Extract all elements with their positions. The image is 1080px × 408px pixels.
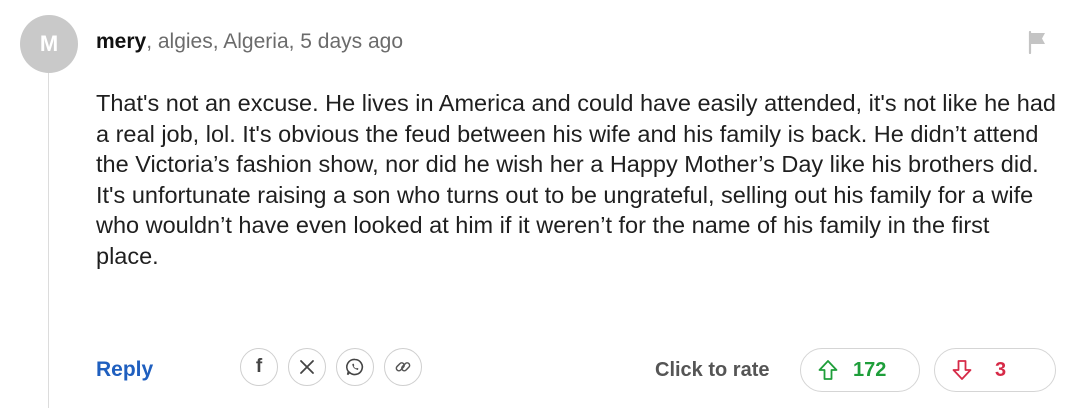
arrow-up-icon	[818, 360, 838, 380]
x-share-button[interactable]	[288, 348, 326, 386]
flag-icon[interactable]	[1026, 30, 1050, 54]
comment-body: That's not an excuse. He lives in Americ…	[96, 90, 1056, 269]
thread-line	[48, 70, 49, 408]
whatsapp-icon	[346, 358, 364, 376]
downvote-button[interactable]: 3	[934, 348, 1056, 392]
x-icon	[300, 360, 314, 374]
comment-meta: mery, algies, Algeria, 5 days ago	[96, 30, 403, 54]
rate-label: Click to rate	[655, 359, 770, 381]
link-icon	[395, 362, 411, 372]
whatsapp-share-button[interactable]	[336, 348, 374, 386]
upvote-button[interactable]: 172	[800, 348, 920, 392]
author-name[interactable]: mery	[96, 30, 146, 53]
downvote-count: 3	[995, 358, 1007, 381]
reply-button[interactable]: Reply	[96, 358, 153, 382]
facebook-icon: f	[255, 356, 263, 377]
upvote-count: 172	[853, 358, 887, 381]
avatar: M	[20, 15, 78, 73]
copy-link-button[interactable]	[384, 348, 422, 386]
author-location-time: , algies, Algeria, 5 days ago	[146, 30, 404, 53]
facebook-share-button[interactable]: f	[240, 348, 278, 386]
arrow-down-icon	[952, 360, 972, 380]
avatar-initial: M	[39, 31, 59, 56]
